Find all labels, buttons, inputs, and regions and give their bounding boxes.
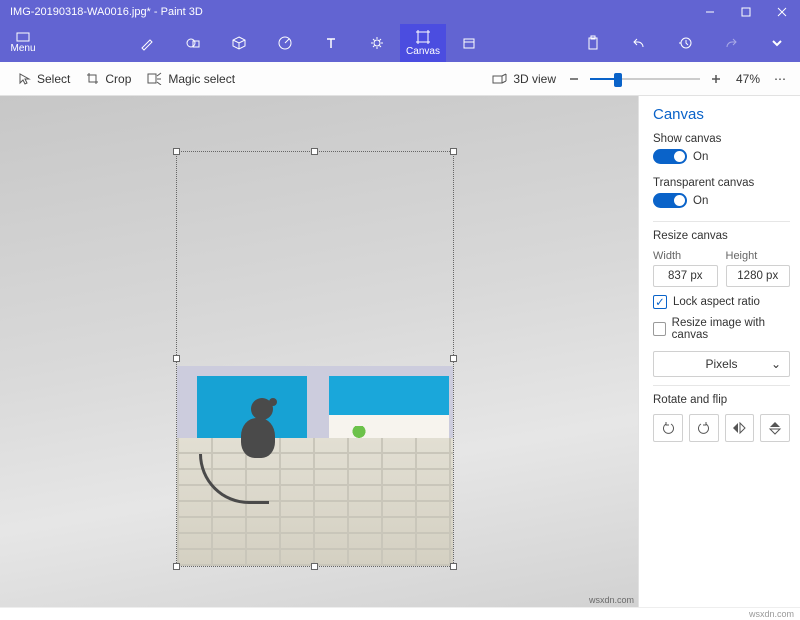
lock-aspect-ratio-checkbox[interactable]: ✓ Lock aspect ratio [653, 295, 790, 309]
tool-2d-shapes[interactable] [170, 24, 216, 62]
show-canvas-value: On [693, 151, 708, 163]
zoom-more-button[interactable]: ⋯ [770, 62, 790, 96]
resize-handle[interactable] [450, 355, 457, 362]
3d-view-label: 3D view [513, 72, 556, 86]
panel-title: Canvas [653, 106, 790, 123]
zoom-percent: 47% [732, 72, 764, 86]
units-dropdown[interactable]: Pixels ⌄ [653, 351, 790, 377]
show-canvas-label: Show canvas [653, 133, 790, 145]
tool-text[interactable] [308, 24, 354, 62]
history-button[interactable] [662, 24, 708, 62]
minimize-button[interactable] [692, 0, 728, 24]
rotate-flip-title: Rotate and flip [653, 394, 790, 406]
expand-ribbon-button[interactable] [754, 24, 800, 62]
resize-handle[interactable] [450, 563, 457, 570]
select-tool[interactable]: Select [10, 62, 78, 96]
resize-image-label: Resize image with canvas [672, 317, 790, 341]
rotate-left-button[interactable] [653, 414, 683, 442]
undo-button[interactable] [616, 24, 662, 62]
paste-button[interactable] [570, 24, 616, 62]
zoom-in-button[interactable] [706, 62, 726, 96]
menu-button[interactable]: Menu [0, 24, 46, 62]
select-label: Select [37, 72, 70, 86]
magic-select-tool[interactable]: Magic select [139, 62, 243, 96]
tool-3d-shapes[interactable] [216, 24, 262, 62]
flip-horizontal-button[interactable] [725, 414, 755, 442]
resize-handle[interactable] [173, 148, 180, 155]
height-label: Height [726, 250, 791, 262]
close-button[interactable] [764, 0, 800, 24]
resize-canvas-title: Resize canvas [653, 230, 790, 242]
resize-handle[interactable] [173, 355, 180, 362]
canvas-panel: Canvas Show canvas On Transparent canvas… [638, 96, 800, 607]
transparent-canvas-label: Transparent canvas [653, 177, 790, 189]
3d-view-toggle[interactable]: 3D view [484, 62, 564, 96]
menu-label: Menu [10, 43, 35, 54]
image-content [177, 366, 453, 566]
workspace[interactable]: wsxdn.com [0, 96, 638, 607]
tool-stickers[interactable] [262, 24, 308, 62]
resize-handle[interactable] [311, 563, 318, 570]
crop-tool[interactable]: Crop [78, 62, 139, 96]
tool-effects[interactable] [354, 24, 400, 62]
zoom-slider[interactable] [590, 70, 700, 88]
chevron-down-icon: ⌄ [771, 357, 781, 371]
resize-handle[interactable] [173, 563, 180, 570]
resize-handle[interactable] [450, 148, 457, 155]
checkmark-icon: ✓ [653, 295, 667, 309]
show-canvas-toggle[interactable] [653, 149, 687, 164]
checkbox-empty-icon [653, 322, 666, 336]
redo-button[interactable] [708, 24, 754, 62]
canvas-selection[interactable] [176, 151, 454, 567]
width-label: Width [653, 250, 718, 262]
resize-image-with-canvas-checkbox[interactable]: Resize image with canvas [653, 317, 790, 341]
units-value: Pixels [705, 357, 737, 371]
tool-brushes[interactable] [124, 24, 170, 62]
rotate-right-button[interactable] [689, 414, 719, 442]
window-title: IMG-20190318-WA0016.jpg* - Paint 3D [0, 6, 692, 18]
width-input[interactable]: 837 px [653, 265, 718, 287]
maximize-button[interactable] [728, 0, 764, 24]
height-input[interactable]: 1280 px [726, 265, 791, 287]
footer-watermark: wsxdn.com [0, 607, 800, 619]
lock-aspect-label: Lock aspect ratio [673, 296, 760, 308]
tool-3d-library[interactable] [446, 24, 492, 62]
transparent-canvas-value: On [693, 195, 708, 207]
tool-canvas[interactable]: Canvas [400, 24, 446, 62]
flip-vertical-button[interactable] [760, 414, 790, 442]
watermark: wsxdn.com [589, 595, 634, 605]
crop-label: Crop [105, 72, 131, 86]
magic-select-label: Magic select [168, 72, 235, 86]
tool-canvas-label: Canvas [406, 46, 440, 57]
transparent-canvas-toggle[interactable] [653, 193, 687, 208]
resize-handle[interactable] [311, 148, 318, 155]
zoom-out-button[interactable] [564, 62, 584, 96]
